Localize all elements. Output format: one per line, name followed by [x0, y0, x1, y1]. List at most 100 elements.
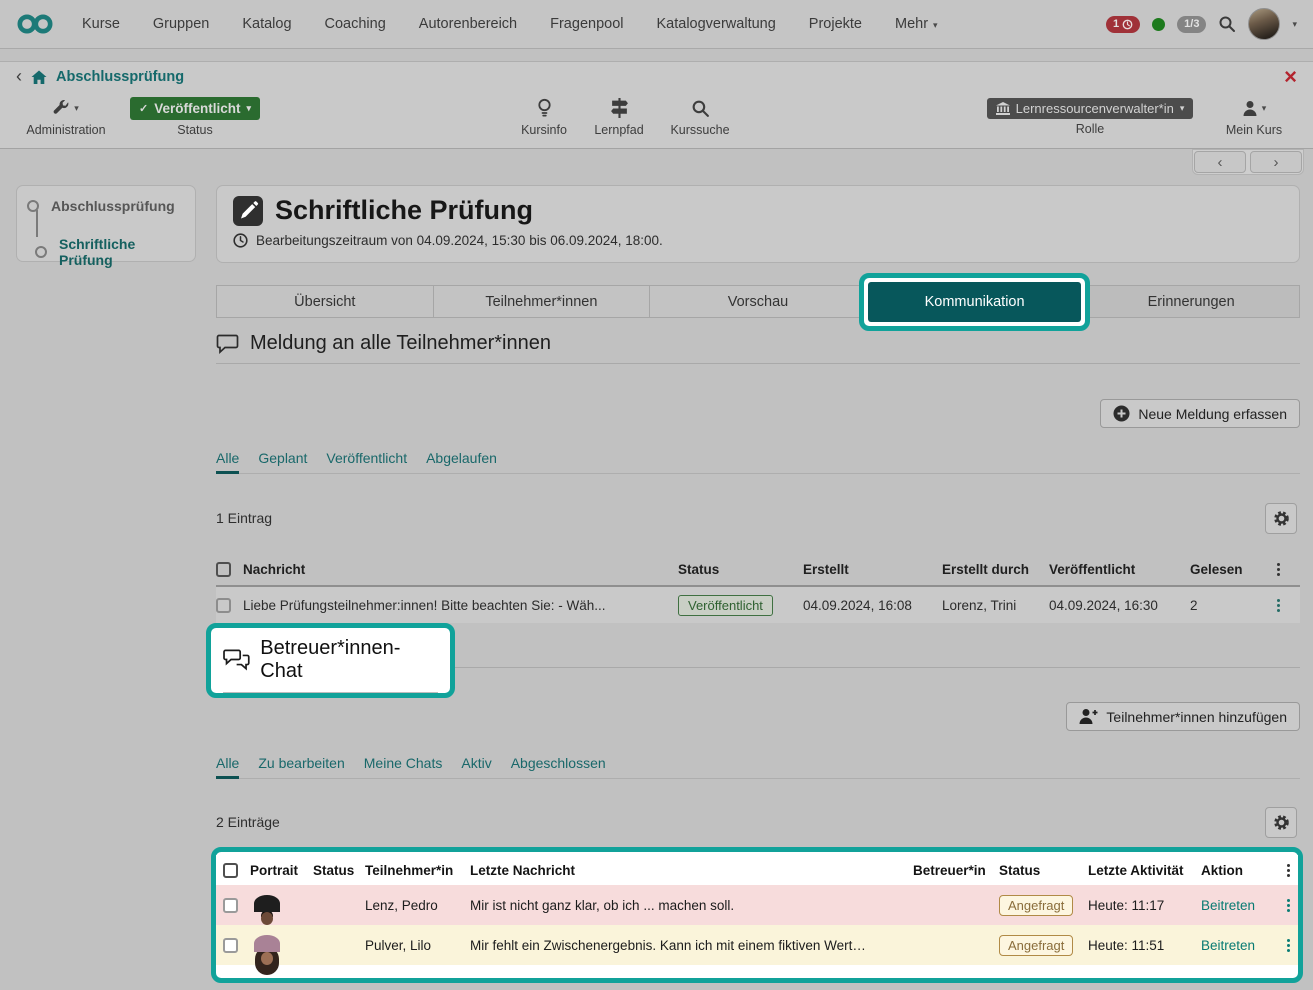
person-plus-icon [1079, 708, 1098, 725]
row-checkbox[interactable] [223, 938, 238, 953]
tab-erinnerungen[interactable]: Erinnerungen [1083, 285, 1300, 318]
openolat-logo-icon[interactable] [16, 13, 54, 35]
published-date: 04.09.2024, 16:30 [1049, 598, 1190, 613]
chevron-down-icon: ▾ [74, 103, 79, 114]
filter-aktiv[interactable]: Aktiv [461, 755, 491, 771]
col-veroeffentlicht[interactable]: Veröffentlicht [1049, 562, 1190, 577]
table-settings-button[interactable] [1265, 807, 1297, 838]
nav-item-katalog[interactable]: Katalog [242, 16, 291, 32]
col-portrait[interactable]: Portrait [250, 863, 313, 878]
kursinfo-button[interactable]: Kursinfo [515, 96, 573, 137]
page-title: Schriftliche Prüfung [275, 195, 533, 226]
col-letzte-aktivitaet[interactable]: Letzte Aktivität [1088, 863, 1201, 878]
new-message-button[interactable]: Neue Meldung erfassen [1100, 399, 1300, 428]
col-erstellt-durch[interactable]: Erstellt durch [942, 562, 1049, 577]
nav-items: Kurse Gruppen Katalog Coaching Autorenbe… [82, 16, 938, 32]
role-dropdown[interactable]: Lernressourcenverwalter*in▾ Rolle [985, 98, 1195, 136]
chevron-down-icon: ▾ [1180, 103, 1185, 114]
column-menu-button[interactable] [1268, 559, 1288, 579]
col-status[interactable]: Status [313, 863, 365, 878]
row-checkbox[interactable] [223, 898, 238, 913]
status-dropdown[interactable]: ✓Veröffentlicht▾ Status [132, 97, 258, 137]
filter-abgelaufen[interactable]: Abgelaufen [426, 450, 497, 466]
mein-kurs-label: Mein Kurs [1226, 123, 1282, 137]
node-tabs: Übersicht Teilnehmer*innen Vorschau Komm… [216, 285, 1300, 318]
row-menu-button[interactable] [1268, 595, 1288, 615]
lernpfad-label: Lernpfad [594, 123, 643, 137]
col-nachricht[interactable]: Nachricht [243, 562, 678, 577]
speech-bubble-icon [216, 333, 239, 355]
breadcrumb-course-title[interactable]: Abschlussprüfung [56, 69, 184, 85]
user-avatar[interactable] [1248, 8, 1280, 40]
nav-item-kurse[interactable]: Kurse [82, 16, 120, 32]
chat-row-pulver-lilo[interactable]: Pulver, Lilo Mir fehlt ein Zwischenergeb… [216, 925, 1298, 965]
sidebar-item-abschlusspruefung[interactable]: Abschlussprüfung [27, 198, 175, 214]
tab-kommunikation[interactable]: Kommunikation [868, 282, 1082, 322]
column-menu-button[interactable] [1278, 860, 1298, 880]
select-all-checkbox[interactable] [223, 863, 238, 878]
col-erstellt[interactable]: Erstellt [803, 562, 942, 577]
lernpfad-button[interactable]: Lernpfad [590, 96, 648, 137]
row-menu-button[interactable] [1278, 935, 1298, 955]
home-icon[interactable] [31, 70, 47, 85]
chat-row-lenz-pedro[interactable]: Lenz, Pedro Mir ist nicht ganz klar, ob … [216, 885, 1298, 925]
pending-tasks-badge[interactable]: 1 [1106, 16, 1140, 33]
next-node-button[interactable]: › [1250, 151, 1302, 173]
filter-veroeffentlicht[interactable]: Veröffentlicht [326, 450, 407, 466]
administration-menu[interactable]: ▾ Administration [16, 96, 116, 137]
clock-icon [233, 233, 248, 248]
sidebar-item-schriftliche-pruefung[interactable]: Schriftliche Prüfung [27, 236, 185, 268]
status-value: Veröffentlicht [154, 101, 240, 116]
edit-period-text: Bearbeitungszeitraum von 04.09.2024, 15:… [256, 233, 663, 248]
role-value: Lernressourcenverwalter*in [1016, 101, 1174, 116]
nav-item-katalogverwaltung[interactable]: Katalogverwaltung [656, 16, 775, 32]
filter-alle[interactable]: Alle [216, 450, 239, 466]
user-menu-chevron-icon[interactable]: ▾ [1292, 19, 1297, 30]
administration-label: Administration [26, 123, 105, 137]
messages-section-header: Meldung an alle Teilnehmer*innen [216, 332, 1300, 364]
col-status[interactable]: Status [678, 562, 803, 577]
add-participants-button[interactable]: Teilnehmer*innen hinzufügen [1066, 702, 1300, 731]
select-all-checkbox[interactable] [216, 562, 231, 577]
nav-item-autorenbereich[interactable]: Autorenbereich [419, 16, 517, 32]
tab-teilnehmerinnen[interactable]: Teilnehmer*innen [434, 285, 651, 318]
nav-item-mehr[interactable]: Mehr▾ [895, 16, 938, 32]
nav-item-fragenpool[interactable]: Fragenpool [550, 16, 623, 32]
col-betreuer[interactable]: Betreuer*in [913, 863, 999, 878]
prev-node-button[interactable]: ‹ [1194, 151, 1246, 173]
messages-entry-count: 1 Eintrag [216, 510, 272, 526]
chat-table-header: Portrait Status Teilnehmer*in Letzte Nac… [216, 855, 1298, 885]
join-chat-link[interactable]: Beitreten [1201, 938, 1278, 953]
filter-geplant[interactable]: Geplant [258, 450, 307, 466]
table-settings-button[interactable] [1265, 503, 1297, 534]
nav-item-gruppen[interactable]: Gruppen [153, 16, 209, 32]
filter-abgeschlossen[interactable]: Abgeschlossen [511, 755, 606, 771]
last-activity: Heute: 11:17 [1088, 898, 1201, 913]
filter-zu-bearbeiten[interactable]: Zu bearbeiten [258, 755, 344, 771]
filter-alle[interactable]: Alle [216, 755, 239, 771]
col-teilnehmer[interactable]: Teilnehmer*in [365, 863, 470, 878]
chat-section-highlight-box: Betreuer*innen-Chat [206, 623, 455, 698]
nav-item-projekte[interactable]: Projekte [809, 16, 862, 32]
col-status2[interactable]: Status [999, 863, 1088, 878]
progress-badge[interactable]: 1/3 [1177, 16, 1206, 33]
back-chevron-icon[interactable]: ‹ [16, 67, 22, 85]
col-letzte-nachricht[interactable]: Letzte Nachricht [470, 863, 913, 878]
nav-item-coaching[interactable]: Coaching [325, 16, 386, 32]
message-text[interactable]: Liebe Prüfungsteilnehmer:innen! Bitte be… [243, 598, 678, 613]
row-checkbox[interactable] [216, 598, 231, 613]
row-menu-button[interactable] [1278, 895, 1298, 915]
col-gelesen[interactable]: Gelesen [1190, 562, 1268, 577]
join-chat-link[interactable]: Beitreten [1201, 898, 1278, 913]
global-search-icon[interactable] [1218, 15, 1236, 33]
mein-kurs-menu[interactable]: ▾ Mein Kurs [1222, 96, 1286, 137]
close-icon[interactable]: × [1284, 66, 1297, 88]
presence-status-icon[interactable] [1152, 18, 1165, 31]
message-row[interactable]: Liebe Prüfungsteilnehmer:innen! Bitte be… [216, 587, 1300, 623]
tab-vorschau[interactable]: Vorschau [650, 285, 867, 318]
col-aktion[interactable]: Aktion [1201, 863, 1278, 878]
kebab-menu-icon [1277, 599, 1280, 602]
kurssuche-button[interactable]: Kurssuche [668, 96, 732, 137]
filter-meine-chats[interactable]: Meine Chats [364, 755, 443, 771]
tab-uebersicht[interactable]: Übersicht [216, 285, 434, 318]
